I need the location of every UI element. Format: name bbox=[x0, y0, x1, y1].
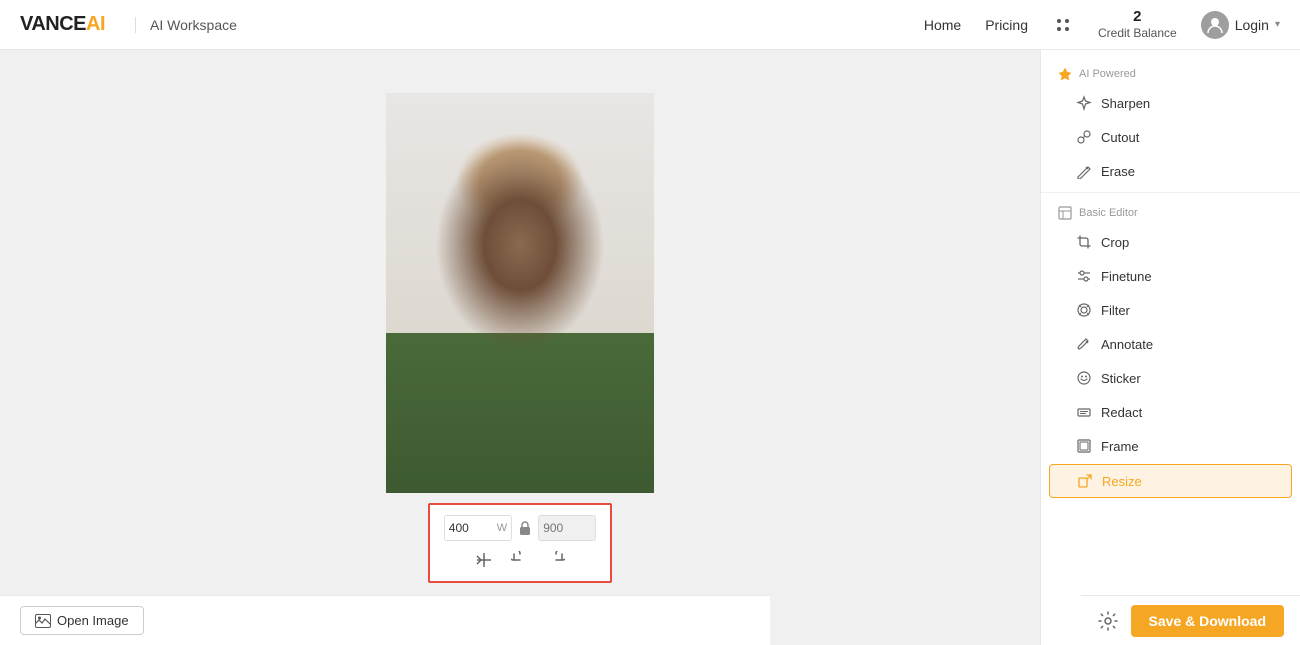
header-nav: Home Pricing 2 Credit Balance Login ▾ bbox=[924, 7, 1280, 42]
crop-icon bbox=[1075, 233, 1093, 251]
more-apps-icon[interactable] bbox=[1052, 14, 1074, 36]
sidebar-item-sharpen[interactable]: Sharpen bbox=[1049, 87, 1292, 119]
height-input[interactable] bbox=[539, 521, 591, 535]
open-image-label: Open Image bbox=[57, 613, 129, 628]
finetune-label: Finetune bbox=[1101, 269, 1152, 284]
redact-icon bbox=[1075, 403, 1093, 421]
sidebar-item-redact[interactable]: Redact bbox=[1049, 396, 1292, 428]
sidebar-item-frame[interactable]: Frame bbox=[1049, 430, 1292, 462]
ai-powered-section-icon bbox=[1057, 66, 1073, 82]
redact-label: Redact bbox=[1101, 405, 1142, 420]
right-sidebar: AI Powered Sharpen Cutout bbox=[1040, 50, 1300, 645]
resize-icon bbox=[1076, 472, 1094, 490]
annotate-icon bbox=[1075, 335, 1093, 353]
resize-actions-row bbox=[471, 549, 569, 571]
width-input[interactable] bbox=[445, 521, 497, 535]
sidebar-item-erase[interactable]: Erase bbox=[1049, 155, 1292, 187]
sidebar-item-finetune[interactable]: Finetune bbox=[1049, 260, 1292, 292]
flip-horizontal-button[interactable] bbox=[471, 549, 497, 571]
sticker-label: Sticker bbox=[1101, 371, 1141, 386]
height-field[interactable] bbox=[538, 515, 596, 541]
resize-controls-box: W bbox=[428, 503, 612, 583]
user-avatar-icon bbox=[1201, 11, 1229, 39]
bottom-bar: Open Image bbox=[0, 595, 770, 645]
sidebar-section-ai-powered: AI Powered bbox=[1041, 58, 1300, 86]
sharpen-icon bbox=[1075, 94, 1093, 112]
credit-balance: 2 Credit Balance bbox=[1098, 7, 1177, 42]
sidebar-item-resize[interactable]: Resize bbox=[1049, 464, 1292, 498]
photo-svg bbox=[386, 93, 654, 493]
save-download-button[interactable]: Save & Download bbox=[1131, 605, 1284, 637]
login-chevron-icon: ▾ bbox=[1275, 19, 1280, 30]
width-field[interactable]: W bbox=[444, 515, 512, 541]
credit-label: Credit Balance bbox=[1098, 26, 1177, 42]
crop-label: Crop bbox=[1101, 235, 1129, 250]
rotate-left-button[interactable] bbox=[507, 549, 533, 571]
filter-icon bbox=[1075, 301, 1093, 319]
ai-powered-section-label: AI Powered bbox=[1079, 68, 1136, 80]
lock-aspect-icon[interactable] bbox=[518, 520, 532, 536]
frame-label: Frame bbox=[1101, 439, 1139, 454]
cutout-label: Cutout bbox=[1101, 130, 1139, 145]
sidebar-item-cutout[interactable]: Cutout bbox=[1049, 121, 1292, 153]
sharpen-label: Sharpen bbox=[1101, 96, 1150, 111]
resize-inputs-row: W bbox=[444, 515, 596, 541]
sidebar-divider-1 bbox=[1041, 192, 1300, 193]
filter-label: Filter bbox=[1101, 303, 1130, 318]
login-label: Login bbox=[1235, 17, 1269, 33]
frame-icon bbox=[1075, 437, 1093, 455]
logo[interactable]: VANCEAI bbox=[20, 13, 105, 36]
sidebar-item-sticker[interactable]: Sticker bbox=[1049, 362, 1292, 394]
main-canvas-area: W bbox=[0, 50, 1040, 645]
logo-ai: AI bbox=[86, 13, 105, 36]
sidebar-section-basic-editor: Basic Editor bbox=[1041, 197, 1300, 225]
image-container bbox=[386, 93, 654, 493]
basic-editor-section-icon bbox=[1057, 205, 1073, 221]
nav-pricing[interactable]: Pricing bbox=[985, 17, 1028, 33]
bottom-right-actions: Save & Download bbox=[1081, 595, 1300, 645]
annotate-label: Annotate bbox=[1101, 337, 1153, 352]
finetune-icon bbox=[1075, 267, 1093, 285]
credit-number: 2 bbox=[1133, 7, 1141, 27]
erase-icon bbox=[1075, 162, 1093, 180]
nav-home[interactable]: Home bbox=[924, 17, 961, 33]
workspace-label: AI Workspace bbox=[135, 17, 237, 33]
canvas-image bbox=[386, 93, 654, 493]
sticker-icon bbox=[1075, 369, 1093, 387]
layout: W bbox=[0, 50, 1300, 645]
logo-vance: VANCE bbox=[20, 13, 86, 36]
settings-button[interactable] bbox=[1097, 610, 1119, 632]
header: VANCEAI AI Workspace Home Pricing 2 Cred… bbox=[0, 0, 1300, 50]
erase-label: Erase bbox=[1101, 164, 1135, 179]
sidebar-item-annotate[interactable]: Annotate bbox=[1049, 328, 1292, 360]
open-image-button[interactable]: Open Image bbox=[20, 606, 144, 635]
sidebar-item-crop[interactable]: Crop bbox=[1049, 226, 1292, 258]
width-suffix: W bbox=[497, 522, 511, 534]
open-image-icon bbox=[35, 614, 51, 628]
sidebar-item-filter[interactable]: Filter bbox=[1049, 294, 1292, 326]
resize-label: Resize bbox=[1102, 474, 1142, 489]
rotate-right-button[interactable] bbox=[543, 549, 569, 571]
basic-editor-section-label: Basic Editor bbox=[1079, 207, 1138, 219]
cutout-icon bbox=[1075, 128, 1093, 146]
user-login[interactable]: Login ▾ bbox=[1201, 11, 1280, 39]
